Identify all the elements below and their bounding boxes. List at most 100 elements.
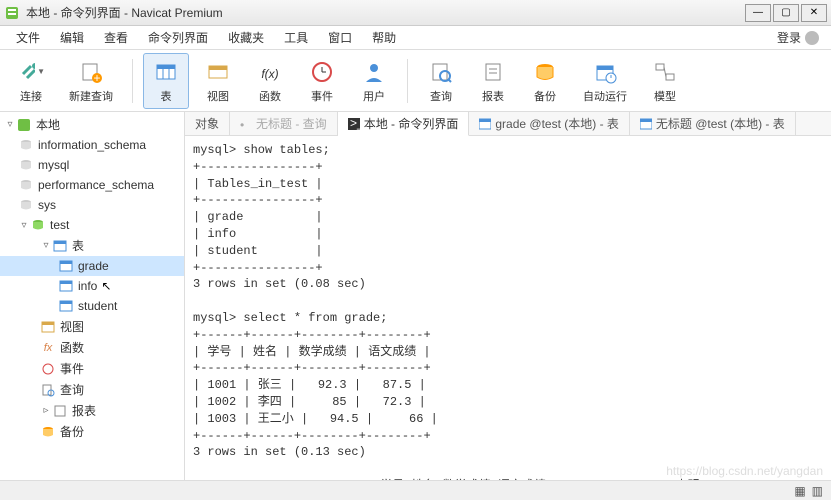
expand-icon[interactable]: ▹ (40, 405, 52, 416)
maximize-button[interactable]: ▢ (773, 4, 799, 22)
autorun-button[interactable]: 自动运行 (574, 53, 636, 109)
svg-text:+: + (93, 71, 100, 84)
tree-label: 查询 (60, 381, 84, 398)
tree-label: information_schema (38, 138, 146, 152)
view-button[interactable]: 视图 (195, 53, 241, 109)
user-label: 用户 (363, 88, 385, 104)
query-icon (427, 58, 455, 86)
backup-folder-icon (40, 424, 56, 440)
tree-label: student (78, 299, 117, 313)
toolbar: ▼ 连接 + 新建查询 表 视图 f(x) 函数 事件 用户 查询 报表 备份 … (0, 50, 831, 112)
server-icon (16, 117, 32, 133)
event-button[interactable]: 事件 (299, 53, 345, 109)
user-button[interactable]: 用户 (351, 53, 397, 109)
function-icon: f(x) (256, 58, 284, 86)
tab-label: grade @test (本地) - 表 (495, 115, 619, 132)
tree-label: performance_schema (38, 178, 154, 192)
toolbar-separator (132, 59, 133, 103)
backup-label: 备份 (534, 88, 556, 104)
tree-db-information-schema[interactable]: information_schema (0, 135, 184, 155)
tree-table-grade[interactable]: grade (0, 256, 184, 276)
tab-label: 无标题 @test (本地) - 表 (656, 115, 785, 132)
status-bar: ▦ ▥ (0, 480, 831, 500)
menu-edit[interactable]: 编辑 (50, 29, 94, 46)
menu-cmdline[interactable]: 命令列界面 (138, 29, 218, 46)
tree-folder-backups[interactable]: 备份 (0, 421, 184, 442)
database-icon (30, 217, 46, 233)
menu-view[interactable]: 查看 (94, 29, 138, 46)
table-icon (640, 118, 652, 130)
table-button[interactable]: 表 (143, 53, 189, 109)
tree-label: 表 (72, 237, 84, 254)
close-button[interactable]: ✕ (801, 4, 827, 22)
table-label: 表 (161, 88, 172, 104)
database-icon (18, 197, 34, 213)
tree-label: test (50, 218, 69, 232)
report-button[interactable]: 报表 (470, 53, 516, 109)
minimize-button[interactable]: — (745, 4, 771, 22)
function-button[interactable]: f(x) 函数 (247, 53, 293, 109)
model-button[interactable]: 模型 (642, 53, 688, 109)
tree-db-mysql[interactable]: mysql (0, 155, 184, 175)
table-icon (58, 298, 74, 314)
expand-icon[interactable]: ▿ (4, 119, 16, 130)
tree-db-sys[interactable]: sys (0, 195, 184, 215)
new-query-button[interactable]: + 新建查询 (60, 53, 122, 109)
model-icon (651, 58, 679, 86)
menu-favorites[interactable]: 收藏夹 (218, 29, 274, 46)
expand-icon[interactable]: ▿ (40, 240, 52, 251)
title-bar: 本地 - 命令列界面 - Navicat Premium — ▢ ✕ (0, 0, 831, 26)
toolbar-separator (407, 59, 408, 103)
autorun-label: 自动运行 (583, 88, 627, 104)
tree-label: 函数 (60, 339, 84, 356)
menu-bar: 文件 编辑 查看 命令列界面 收藏夹 工具 窗口 帮助 登录 (0, 26, 831, 50)
tab-label: 对象 (195, 115, 219, 132)
tree-folder-functions[interactable]: fx 函数 (0, 337, 184, 358)
terminal-icon: >_ (348, 118, 360, 130)
tab-untitled-query[interactable]: • 无标题 - 查询 (230, 112, 338, 135)
sidebar-tree[interactable]: ▿ 本地 information_schema mysql performanc… (0, 112, 185, 480)
tab-label: 无标题 - 查询 (256, 115, 327, 132)
database-icon (18, 177, 34, 193)
menu-help[interactable]: 帮助 (362, 29, 406, 46)
calendar-icon (591, 58, 619, 86)
tree-table-student[interactable]: student (0, 296, 184, 316)
report-label: 报表 (482, 88, 504, 104)
status-detail-icon[interactable]: ▥ (812, 484, 823, 498)
tab-objects[interactable]: 对象 (185, 112, 230, 135)
tree-connection-local[interactable]: ▿ 本地 (0, 114, 184, 135)
tree-folder-views[interactable]: 视图 (0, 316, 184, 337)
tree-folder-queries[interactable]: 查询 (0, 379, 184, 400)
new-query-label: 新建查询 (69, 88, 113, 104)
terminal-output[interactable]: mysql> show tables; +----------------+ |… (185, 136, 831, 480)
tree-folder-reports[interactable]: ▹ 报表 (0, 400, 184, 421)
tree-db-performance-schema[interactable]: performance_schema (0, 175, 184, 195)
tree-folder-tables[interactable]: ▿ 表 (0, 235, 184, 256)
database-icon (18, 157, 34, 173)
login-link[interactable]: 登录 (771, 29, 825, 46)
event-label: 事件 (311, 88, 333, 104)
tab-local-cmdline[interactable]: >_ 本地 - 命令列界面 (338, 112, 470, 136)
tree-label: 报表 (72, 402, 96, 419)
tree-label: 本地 (36, 116, 60, 133)
report-folder-icon (52, 403, 68, 419)
menu-file[interactable]: 文件 (6, 29, 50, 46)
table-icon (58, 278, 74, 294)
tree-db-test[interactable]: ▿ test (0, 215, 184, 235)
window-title: 本地 - 命令列界面 - Navicat Premium (26, 4, 745, 21)
svg-text:>_: >_ (350, 118, 360, 130)
user-icon (360, 58, 388, 86)
tree-folder-events[interactable]: 事件 (0, 358, 184, 379)
tab-grade-test[interactable]: grade @test (本地) - 表 (469, 112, 630, 135)
expand-icon[interactable]: ▿ (18, 220, 30, 231)
status-grid-icon[interactable]: ▦ (794, 484, 805, 498)
tab-untitled-test[interactable]: 无标题 @test (本地) - 表 (630, 112, 796, 135)
backup-button[interactable]: 备份 (522, 53, 568, 109)
menu-window[interactable]: 窗口 (318, 29, 362, 46)
query-button[interactable]: 查询 (418, 53, 464, 109)
menu-tools[interactable]: 工具 (274, 29, 318, 46)
tree-label: sys (38, 198, 56, 212)
tree-table-info[interactable]: info ↖ (0, 276, 184, 296)
connect-button[interactable]: ▼ 连接 (8, 53, 54, 109)
clock-icon (40, 361, 56, 377)
